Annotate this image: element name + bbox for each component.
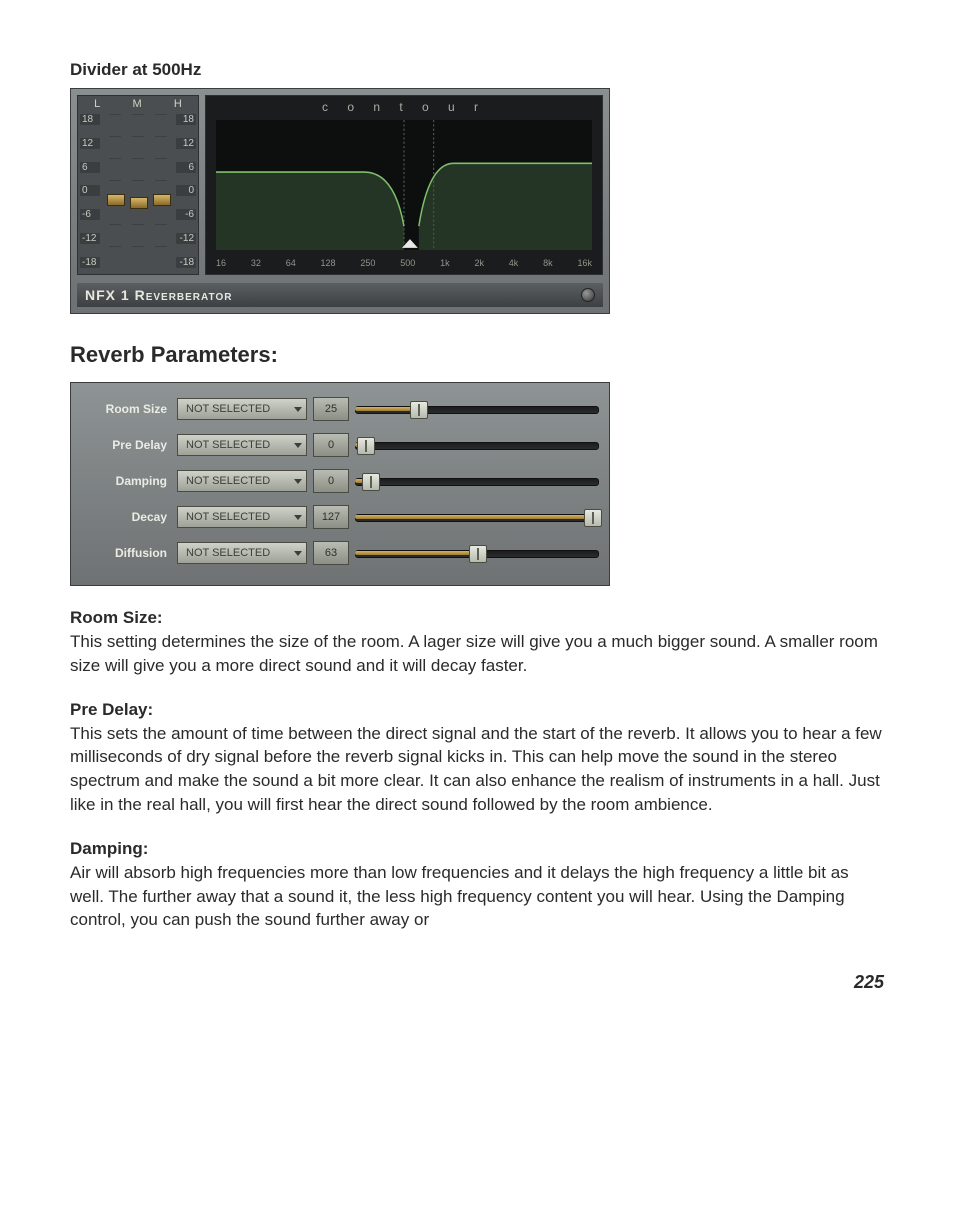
eq-scale-right: 18 12 6 0 -6 -12 -18	[176, 114, 196, 268]
contour-xlabel: 16	[216, 258, 226, 268]
param-label: Decay	[81, 510, 171, 524]
eq-slider-m[interactable]	[132, 114, 144, 268]
eq-scale-val: 6	[80, 162, 100, 173]
chevron-down-icon	[294, 551, 302, 556]
contour-title: c o n t o u r	[206, 100, 602, 114]
param-slider[interactable]	[355, 435, 599, 455]
param-select[interactable]: NOT SELECTED	[177, 470, 307, 492]
param-value[interactable]: 63	[313, 541, 349, 565]
eq-scale-val: -6	[176, 209, 196, 220]
eq-scale-val: -6	[80, 209, 100, 220]
param-value[interactable]: 127	[313, 505, 349, 529]
contour-xlabels: 16 32 64 128 250 500 1k 2k 4k 8k 16k	[216, 258, 592, 268]
chevron-down-icon	[294, 443, 302, 448]
contour-xlabel: 32	[251, 258, 261, 268]
panel-title: NFX 1	[85, 287, 130, 303]
power-icon[interactable]	[581, 288, 595, 302]
eq-scale-val: 12	[80, 138, 100, 149]
contour-xlabel: 16k	[577, 258, 592, 268]
param-label: Room Size	[81, 402, 171, 416]
eq-scale-val: 0	[80, 185, 100, 196]
param-row-decay: Decay NOT SELECTED 127	[81, 505, 599, 529]
eq-scale-val: -18	[80, 257, 100, 268]
contour-xlabel: 250	[360, 258, 375, 268]
param-select[interactable]: NOT SELECTED	[177, 434, 307, 456]
eq-scale-val: -12	[176, 233, 196, 244]
eq-block: L M H 18 12 6 0 -6 -12 -18 18 12 6 0 -6 …	[77, 95, 199, 275]
contour-xlabel: 500	[400, 258, 415, 268]
param-value[interactable]: 0	[313, 469, 349, 493]
para-head-predelay: Pre Delay:	[70, 700, 884, 720]
contour-xlabel: 1k	[440, 258, 450, 268]
param-row-room-size: Room Size NOT SELECTED 25	[81, 397, 599, 421]
eq-scale-val: 18	[80, 114, 100, 125]
param-label: Pre Delay	[81, 438, 171, 452]
contour-xlabel: 128	[321, 258, 336, 268]
eq-scale-val: -12	[80, 233, 100, 244]
para-head-damping: Damping:	[70, 839, 884, 859]
chevron-down-icon	[294, 407, 302, 412]
param-select[interactable]: NOT SELECTED	[177, 398, 307, 420]
param-select-value: NOT SELECTED	[186, 547, 270, 559]
param-slider[interactable]	[355, 543, 599, 563]
chevron-down-icon	[294, 479, 302, 484]
reverberator-panel: L M H 18 12 6 0 -6 -12 -18 18 12 6 0 -6 …	[70, 88, 610, 314]
param-value[interactable]: 25	[313, 397, 349, 421]
param-row-damping: Damping NOT SELECTED 0	[81, 469, 599, 493]
panel-titlebar: NFX 1 Reverberator	[77, 283, 603, 307]
param-slider[interactable]	[355, 471, 599, 491]
param-select[interactable]: NOT SELECTED	[177, 506, 307, 528]
eq-scale-val: -18	[176, 257, 196, 268]
eq-band-h: H	[174, 98, 182, 110]
caption-divider: Divider at 500Hz	[70, 60, 884, 80]
param-slider[interactable]	[355, 507, 599, 527]
eq-band-l: L	[94, 98, 100, 110]
param-slider[interactable]	[355, 399, 599, 419]
page-number: 225	[70, 972, 884, 993]
param-row-diffusion: Diffusion NOT SELECTED 63	[81, 541, 599, 565]
chevron-down-icon	[294, 515, 302, 520]
contour-block: c o n t o u r 16 3	[205, 95, 603, 275]
eq-slider-l[interactable]	[109, 114, 121, 268]
eq-scale-val: 6	[176, 162, 196, 173]
param-select-value: NOT SELECTED	[186, 511, 270, 523]
section-heading: Reverb Parameters:	[70, 342, 884, 368]
eq-scale-val: 12	[176, 138, 196, 149]
contour-plot	[216, 120, 592, 250]
panel-subtitle: Reverberator	[135, 287, 233, 303]
para-body-damping: Air will absorb high frequencies more th…	[70, 861, 884, 932]
param-select-value: NOT SELECTED	[186, 475, 270, 487]
eq-band-m: M	[133, 98, 142, 110]
para-head-roomsize: Room Size:	[70, 608, 884, 628]
eq-scale-val: 18	[176, 114, 196, 125]
param-row-pre-delay: Pre Delay NOT SELECTED 0	[81, 433, 599, 457]
contour-xlabel: 2k	[474, 258, 484, 268]
param-value[interactable]: 0	[313, 433, 349, 457]
param-label: Damping	[81, 474, 171, 488]
param-select-value: NOT SELECTED	[186, 439, 270, 451]
para-body-roomsize: This setting determines the size of the …	[70, 630, 884, 678]
param-select[interactable]: NOT SELECTED	[177, 542, 307, 564]
contour-xlabel: 4k	[509, 258, 519, 268]
contour-xlabel: 8k	[543, 258, 553, 268]
param-label: Diffusion	[81, 546, 171, 560]
param-select-value: NOT SELECTED	[186, 403, 270, 415]
params-panel: Room Size NOT SELECTED 25 Pre Delay NOT SELE…	[70, 382, 610, 586]
contour-xlabel: 64	[286, 258, 296, 268]
para-body-predelay: This sets the amount of time between the…	[70, 722, 884, 817]
eq-scale-left: 18 12 6 0 -6 -12 -18	[80, 114, 100, 268]
eq-slider-h[interactable]	[155, 114, 167, 268]
eq-scale-val: 0	[176, 185, 196, 196]
